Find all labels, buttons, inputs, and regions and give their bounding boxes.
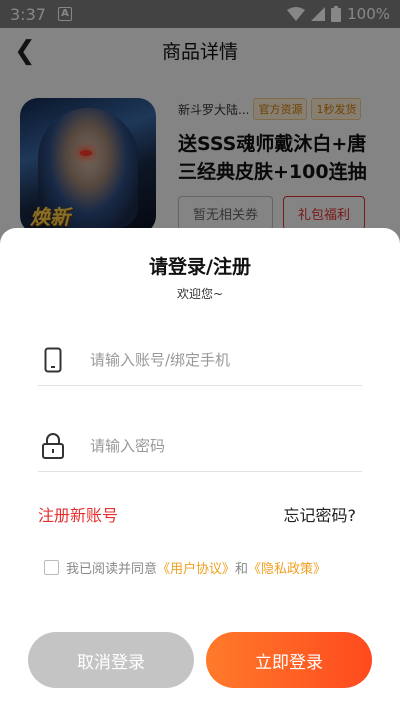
agree-prefix: 我已阅读并同意 <box>66 562 158 577</box>
privacy-policy-link[interactable]: 《隐私政策》 <box>248 558 326 577</box>
login-button[interactable]: 立即登录 <box>206 632 372 688</box>
account-field <box>38 334 362 386</box>
password-field <box>38 420 362 472</box>
password-input[interactable] <box>90 436 330 455</box>
welcome-text: 欢迎您~ <box>176 287 224 301</box>
forgot-password-link[interactable]: 忘记密码? <box>284 502 357 526</box>
login-title: 请登录/注册 <box>149 256 251 278</box>
account-links: 注册新账号 忘记密码? <box>38 502 356 526</box>
login-sheet: 请登录/注册 欢迎您~ 注册新账号 忘记密码? 我已阅读并同意 《用户协议》 和… <box>0 228 400 710</box>
agree-checkbox[interactable] <box>44 560 59 575</box>
user-agreement-link[interactable]: 《用户协议》 <box>157 558 235 577</box>
action-buttons: 取消登录 立即登录 <box>28 632 372 688</box>
register-link[interactable]: 注册新账号 <box>38 502 118 526</box>
phone-icon <box>38 347 68 373</box>
agreement-row: 我已阅读并同意 《用户协议》 和 《隐私政策》 <box>44 558 326 577</box>
account-input[interactable] <box>90 350 330 369</box>
agree-and: 和 <box>235 562 249 577</box>
cancel-login-button[interactable]: 取消登录 <box>28 632 194 688</box>
lock-icon <box>38 432 68 459</box>
